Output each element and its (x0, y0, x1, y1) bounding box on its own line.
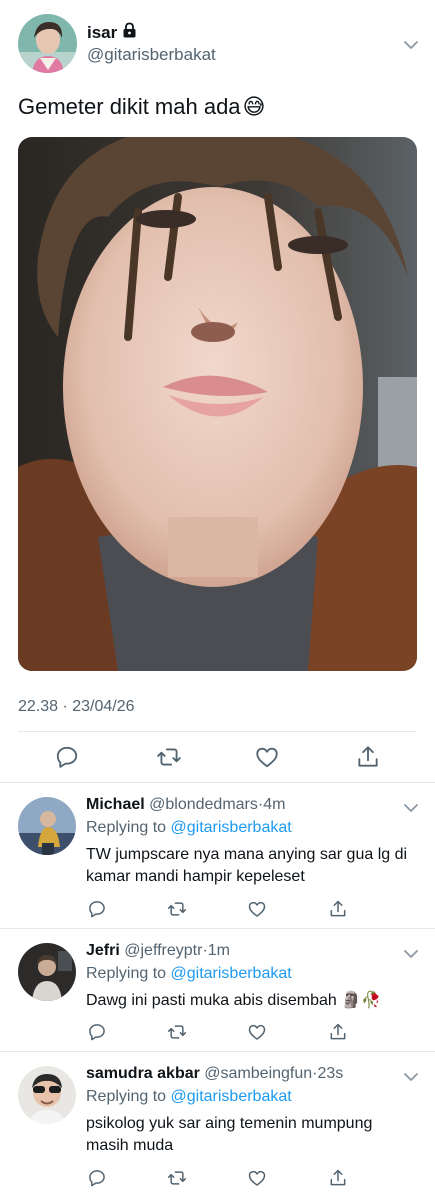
retweet-icon[interactable] (156, 744, 182, 770)
reply-text: Dawg ini pasti muka abis disembah 🗿🥀 (86, 992, 382, 1009)
emoji: 😅 (242, 94, 266, 119)
tweet-photo[interactable] (18, 137, 417, 671)
reply-age[interactable]: 1m (208, 942, 230, 959)
reply-tweet[interactable]: Jefri @jeffreyptr·1m Replying to @gitari… (0, 929, 435, 1051)
share-icon[interactable] (355, 744, 381, 770)
main-tweet: isar @gitarisberbakat Gemeter dikit mah … (0, 0, 435, 782)
replying-to-label: Replying to (86, 819, 167, 836)
tweet-body: Gemeter dikit mah ada (18, 94, 241, 119)
avatar[interactable] (18, 943, 76, 1001)
like-icon[interactable] (247, 899, 267, 919)
retweet-icon[interactable] (167, 1168, 187, 1188)
share-icon[interactable] (328, 899, 348, 919)
reply-icon[interactable] (87, 1168, 107, 1188)
replying-to: Replying to @gitarisberbakat (86, 1088, 292, 1106)
reply-age[interactable]: 23s (317, 1065, 343, 1082)
reply-icon[interactable] (87, 899, 107, 919)
reply-text: TW jumpscare nya mana anying sar gua lg … (86, 846, 408, 885)
replying-to-label: Replying to (86, 965, 167, 982)
chevron-down-icon[interactable] (402, 36, 420, 54)
like-icon[interactable] (254, 744, 280, 770)
chevron-down-icon[interactable] (402, 799, 420, 817)
retweet-icon[interactable] (167, 899, 187, 919)
replying-to: Replying to @gitarisberbakat (86, 965, 292, 983)
mention-link[interactable]: @gitarisberbakat (171, 965, 292, 982)
mention-link[interactable]: @gitarisberbakat (171, 1088, 292, 1105)
divider (18, 731, 417, 732)
like-icon[interactable] (247, 1022, 267, 1042)
author-handle[interactable]: @gitarisberbakat (87, 45, 216, 65)
reply-header: Jefri @jeffreyptr·1m (86, 942, 230, 960)
reply-author-handle[interactable]: @jeffreyptr (124, 942, 202, 959)
avatar[interactable] (18, 797, 76, 855)
like-icon[interactable] (247, 1168, 267, 1188)
author-name[interactable]: isar (87, 22, 137, 43)
reply-icon[interactable] (87, 1022, 107, 1042)
tweet-timestamp[interactable]: 22.38 · 23/04/26 (18, 698, 135, 716)
reply-author-handle[interactable]: @sambeingfun (204, 1065, 312, 1082)
reply-author-name[interactable]: Michael (86, 796, 145, 813)
chevron-down-icon[interactable] (402, 945, 420, 963)
mention-link[interactable]: @gitarisberbakat (171, 819, 292, 836)
lock-icon (122, 22, 137, 43)
retweet-icon[interactable] (167, 1022, 187, 1042)
reply-tweet[interactable]: Michael @blondedmars·4m Replying to @git… (0, 783, 435, 928)
display-name[interactable]: isar (87, 23, 117, 43)
share-icon[interactable] (328, 1022, 348, 1042)
reply-icon[interactable] (54, 744, 80, 770)
reply-author-name[interactable]: Jefri (86, 942, 120, 959)
replying-to-label: Replying to (86, 1088, 167, 1105)
reply-age[interactable]: 4m (263, 796, 285, 813)
avatar[interactable] (18, 1066, 76, 1124)
avatar[interactable] (18, 14, 77, 73)
tweet-text: Gemeter dikit mah ada 😅 (18, 94, 265, 120)
reply-tweet[interactable]: samudra akbar @sambeingfun·23s Replying … (0, 1052, 435, 1199)
reply-header: samudra akbar @sambeingfun·23s (86, 1065, 343, 1083)
replying-to: Replying to @gitarisberbakat (86, 819, 292, 837)
reply-author-handle[interactable]: @blondedmars (149, 796, 258, 813)
chevron-down-icon[interactable] (402, 1068, 420, 1086)
reply-text: psikolog yuk sar aing temenin mumpung ma… (86, 1115, 373, 1154)
share-icon[interactable] (328, 1168, 348, 1188)
reply-author-name[interactable]: samudra akbar (86, 1065, 200, 1082)
reply-header: Michael @blondedmars·4m (86, 796, 285, 814)
